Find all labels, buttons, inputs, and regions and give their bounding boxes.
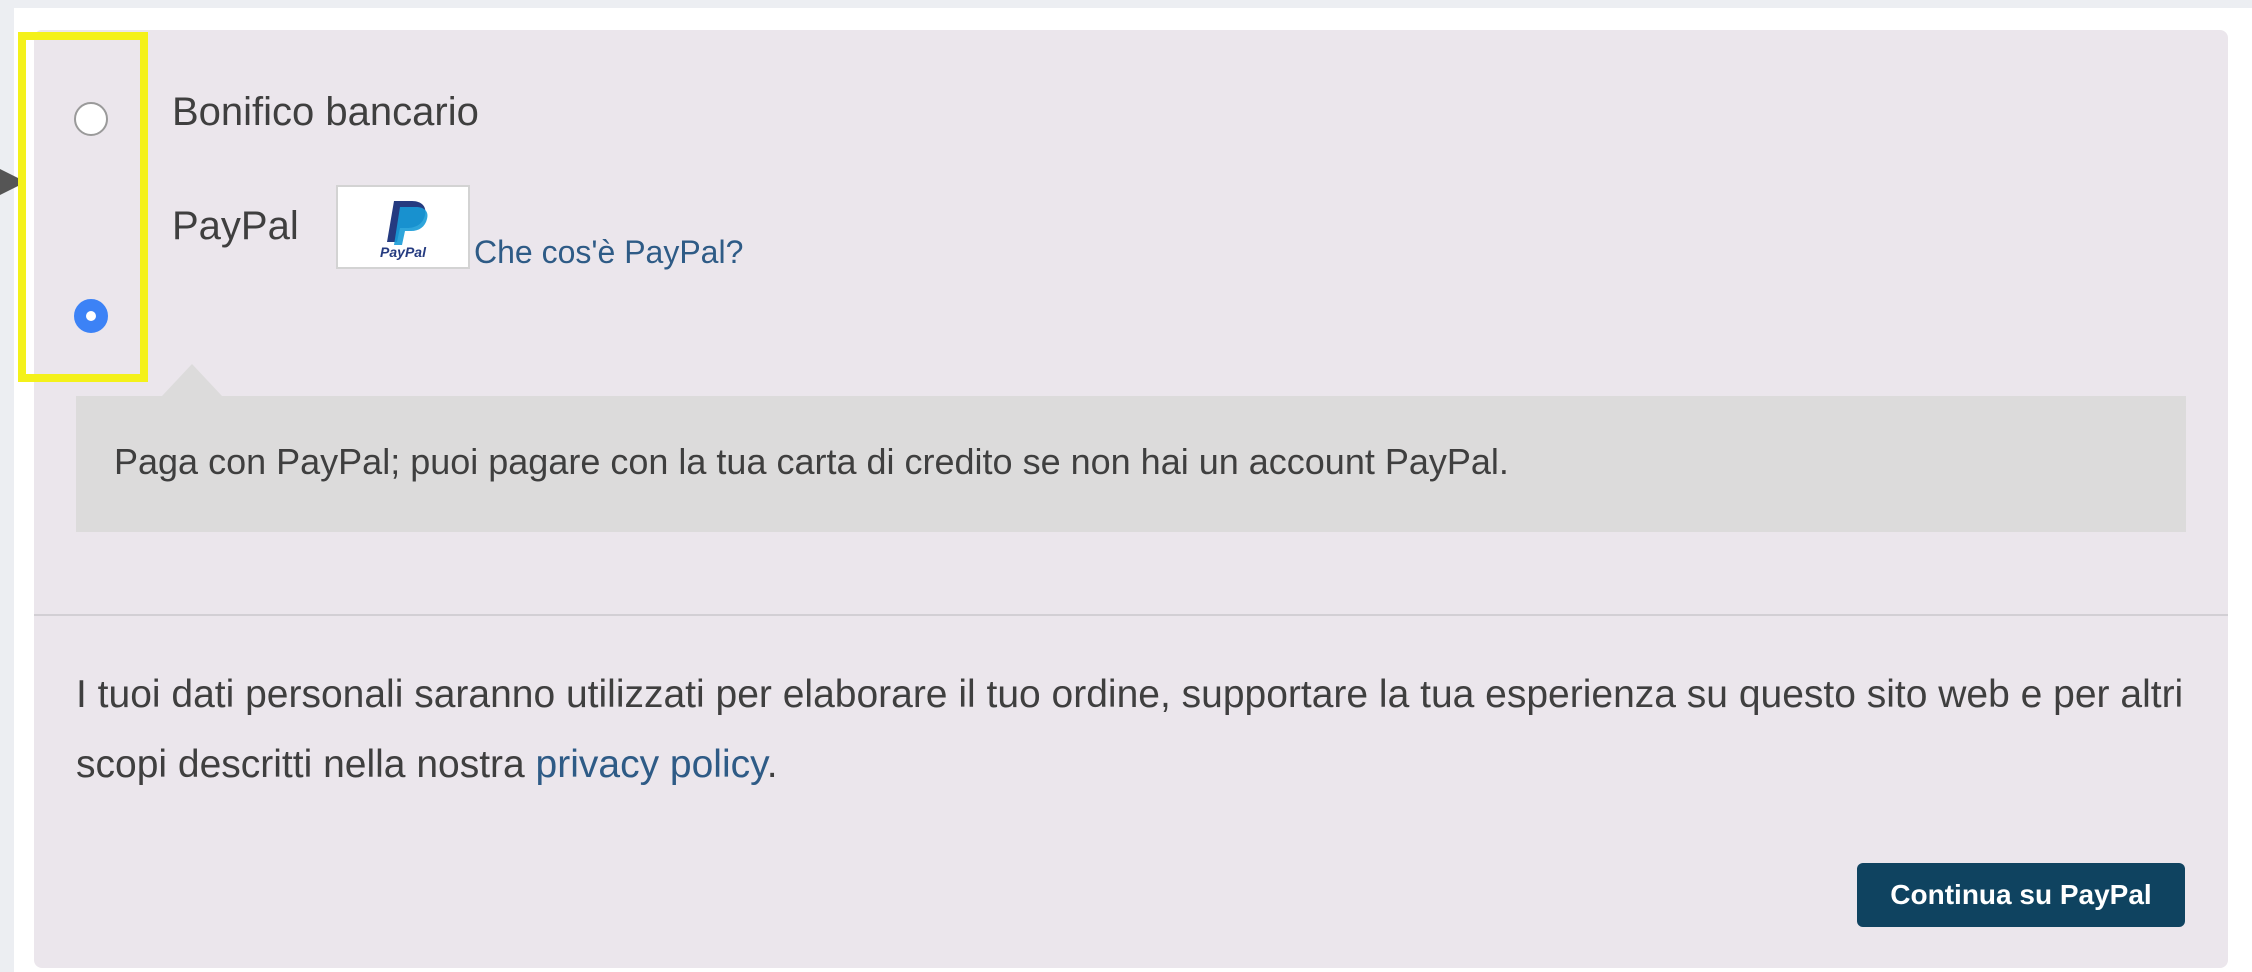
privacy-notice: I tuoi dati personali saranno utilizzati… bbox=[76, 660, 2196, 800]
radio-paypal[interactable] bbox=[74, 299, 108, 333]
paypal-logo: PayPal bbox=[336, 185, 470, 269]
payment-method-label-bonifico: Bonifico bancario bbox=[172, 90, 479, 134]
what-is-paypal-link[interactable]: Che cos'è PayPal? bbox=[474, 234, 743, 271]
privacy-notice-end: . bbox=[766, 743, 778, 786]
svg-text:PayPal: PayPal bbox=[380, 244, 427, 260]
payment-method-label-paypal: PayPal bbox=[172, 204, 299, 248]
paypal-description-box: Paga con PayPal; puoi pagare con la tua … bbox=[76, 396, 2186, 532]
privacy-notice-text: I tuoi dati personali saranno utilizzati… bbox=[76, 673, 2184, 786]
continue-paypal-button[interactable]: Continua su PayPal bbox=[1857, 863, 2185, 927]
radio-checked-dot bbox=[86, 311, 96, 321]
privacy-policy-link[interactable]: privacy policy bbox=[536, 743, 767, 786]
paypal-logo-icon: PayPal bbox=[380, 201, 428, 260]
callout-pointer bbox=[162, 364, 222, 396]
paypal-description-text: Paga con PayPal; puoi pagare con la tua … bbox=[114, 441, 1509, 482]
divider bbox=[34, 614, 2228, 616]
radio-bonifico-bancario[interactable] bbox=[74, 102, 108, 136]
